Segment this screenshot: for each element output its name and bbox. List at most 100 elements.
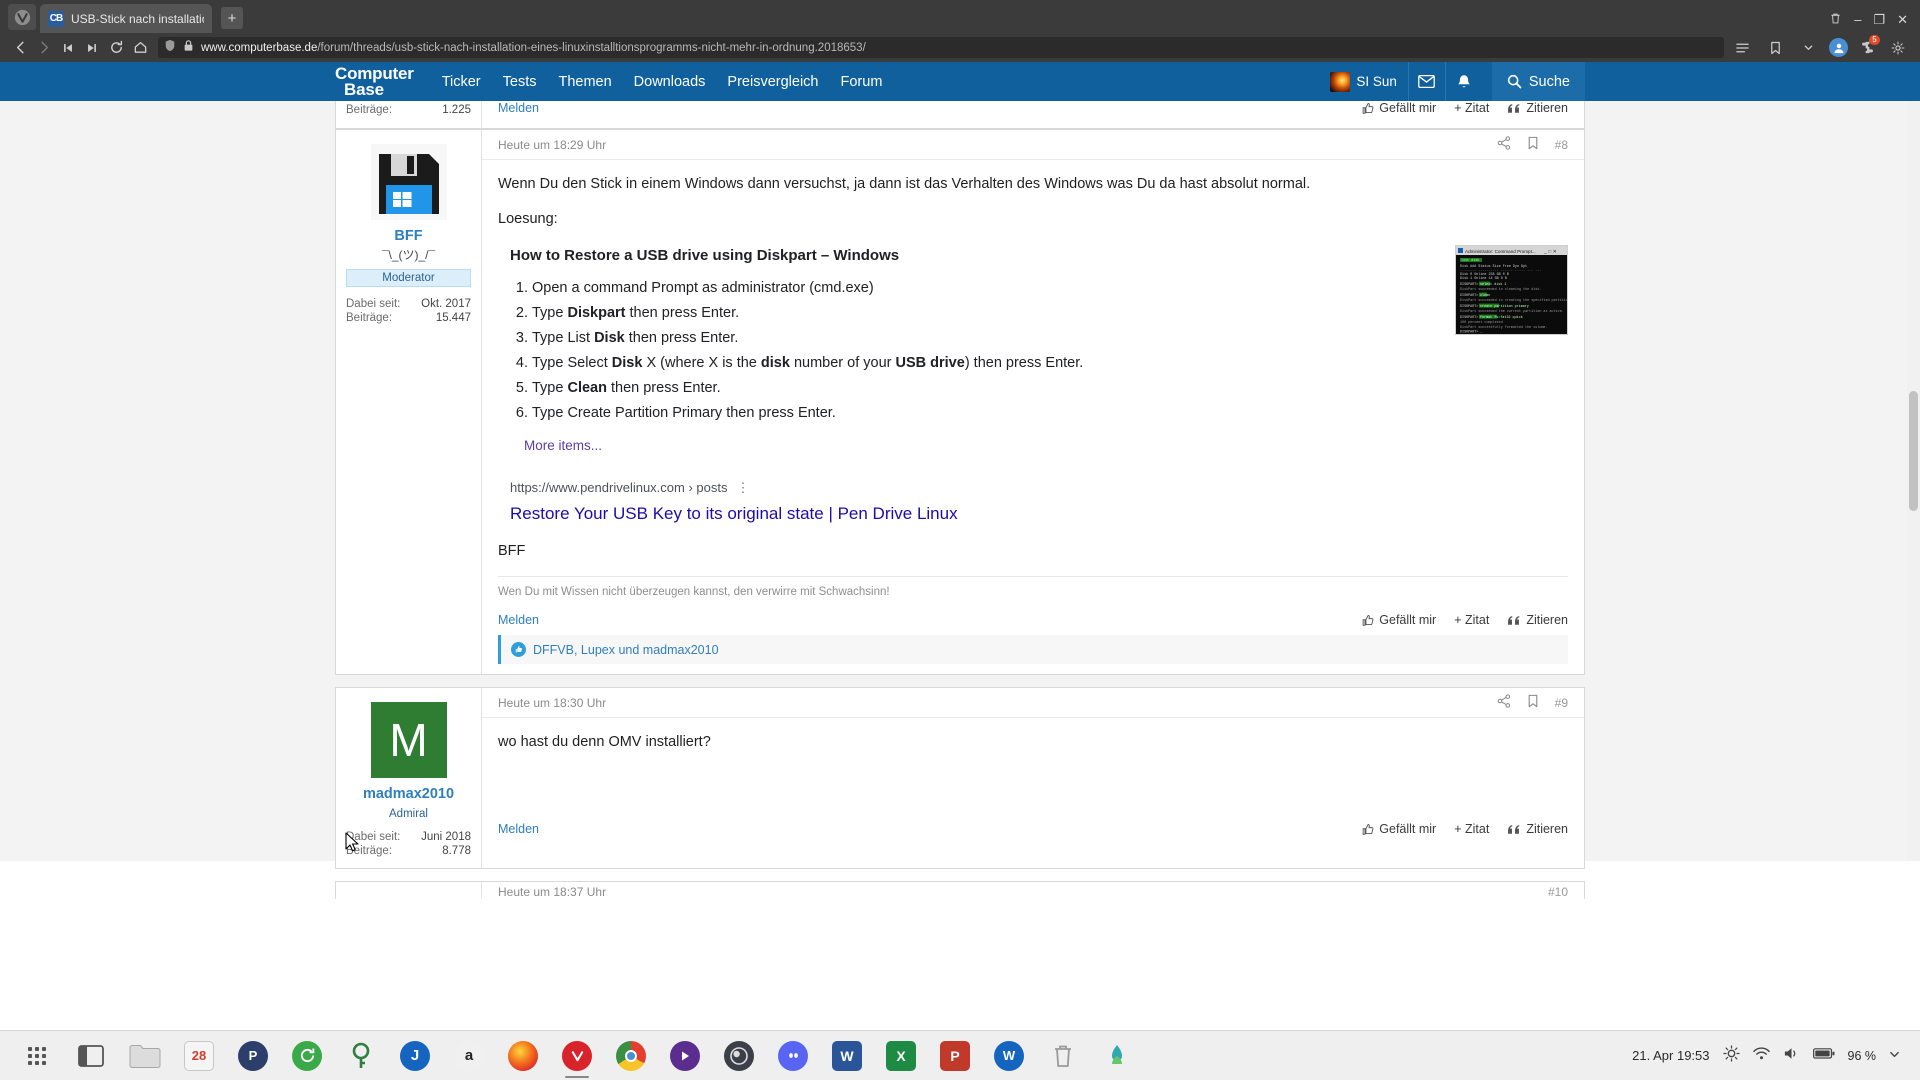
taskbar-calendar[interactable]: 28: [172, 1031, 226, 1080]
taskbar-vivaldi[interactable]: [550, 1031, 604, 1080]
taskbar-photo-editor[interactable]: P: [226, 1031, 280, 1080]
taskbar-software-center[interactable]: [1090, 1031, 1144, 1080]
nav-item-tests[interactable]: Tests: [503, 74, 537, 90]
taskbar-wps-office[interactable]: W: [982, 1031, 1036, 1080]
taskbar-joplin[interactable]: J: [388, 1031, 442, 1080]
forward-icon[interactable]: [32, 36, 56, 60]
active-window-indicator: [565, 1076, 589, 1078]
taskbar-calc[interactable]: X: [874, 1031, 928, 1080]
taskbar-app-grid[interactable]: [10, 1031, 64, 1080]
post-8-timestamp[interactable]: Heute um 18:29 Uhr: [498, 138, 606, 152]
post-8-number[interactable]: #8: [1555, 138, 1568, 152]
taskbar-obs-studio[interactable]: [712, 1031, 766, 1080]
network-icon[interactable]: [1753, 1046, 1770, 1066]
snippet-result-link[interactable]: Restore Your USB Key to its original sta…: [510, 501, 1439, 526]
bookmark-post-icon[interactable]: [1527, 694, 1539, 711]
trash-icon[interactable]: [1829, 12, 1842, 27]
like-label: Gefällt mir: [1379, 101, 1436, 115]
post-9-quote-button[interactable]: Zitieren: [1507, 822, 1568, 836]
home-icon[interactable]: [128, 36, 152, 60]
bookmark-icon[interactable]: [1763, 36, 1787, 60]
taskbar-window-switcher[interactable]: [64, 1031, 118, 1080]
browser-tab[interactable]: CB USB-Stick nach installation: [40, 4, 212, 33]
power-menu-icon[interactable]: [1889, 1047, 1900, 1065]
back-icon[interactable]: [8, 36, 32, 60]
taskbar-discord[interactable]: [766, 1031, 820, 1080]
vivaldi-settings-icon[interactable]: [1886, 36, 1910, 60]
address-bar[interactable]: www.computerbase.de/forum/threads/usb-st…: [158, 37, 1724, 58]
post-9-report-link[interactable]: Melden: [498, 822, 539, 836]
chevron-down-icon[interactable]: [1796, 36, 1820, 60]
taskbar-impress[interactable]: P: [928, 1031, 982, 1080]
maximize-button[interactable]: ❐: [1873, 13, 1885, 26]
nav-item-themen[interactable]: Themen: [558, 74, 611, 90]
minimize-button[interactable]: –: [1854, 13, 1861, 26]
page-actions-icon[interactable]: [1730, 36, 1754, 60]
inbox-button[interactable]: [1408, 62, 1445, 101]
post-9-author-name[interactable]: madmax2010: [346, 786, 471, 802]
taskbar-media-player[interactable]: [658, 1031, 712, 1080]
page-scrollbar-thumb[interactable]: [1909, 391, 1918, 511]
vivaldi-menu-button[interactable]: [8, 4, 36, 30]
post-8-quote-button[interactable]: Zitieren: [1507, 613, 1568, 627]
alerts-button[interactable]: [1445, 62, 1482, 101]
post-9-number[interactable]: #9: [1555, 696, 1568, 710]
fastforward-icon[interactable]: [80, 36, 104, 60]
nav-item-preisvergleich[interactable]: Preisvergleich: [727, 74, 818, 90]
shield-icon[interactable]: [164, 39, 176, 57]
taskbar-keepass[interactable]: [334, 1031, 388, 1080]
taskbar-writer[interactable]: W: [820, 1031, 874, 1080]
post-8-add-quote-button[interactable]: + Zitat: [1454, 613, 1489, 627]
nav-item-ticker[interactable]: Ticker: [442, 74, 481, 90]
lock-icon[interactable]: [183, 39, 194, 57]
quote-button[interactable]: Zitieren: [1507, 101, 1568, 115]
rewind-icon[interactable]: [56, 36, 80, 60]
avatar[interactable]: M: [371, 702, 447, 778]
page-scrollbar[interactable]: [1907, 101, 1920, 861]
post-9-quote-label: Zitieren: [1526, 822, 1568, 836]
volume-icon[interactable]: [1783, 1046, 1800, 1066]
taskbar-amazon[interactable]: a: [442, 1031, 496, 1080]
avatar[interactable]: [371, 144, 447, 220]
nav-item-forum[interactable]: Forum: [841, 74, 883, 90]
post-8-like-button[interactable]: Gefällt mir: [1361, 613, 1436, 627]
taskbar-sync[interactable]: [280, 1031, 334, 1080]
like-button[interactable]: Gefällt mir: [1361, 101, 1436, 115]
post-8-author-name[interactable]: BFF: [346, 228, 471, 244]
post-8-quote-label: Zitieren: [1526, 613, 1568, 627]
nav-item-downloads[interactable]: Downloads: [634, 74, 706, 90]
extension-icon[interactable]: 5: [1857, 38, 1877, 58]
clock[interactable]: 21. Apr 19:53: [1632, 1048, 1709, 1063]
taskbar-trash[interactable]: [1036, 1031, 1090, 1080]
share-icon[interactable]: [1497, 694, 1511, 711]
taskbar-firefox[interactable]: [496, 1031, 550, 1080]
post-9-like-button[interactable]: Gefällt mir: [1361, 822, 1436, 836]
site-logo[interactable]: Computer Base: [335, 66, 414, 97]
taskbar-files[interactable]: [118, 1031, 172, 1080]
search-button[interactable]: Suche: [1492, 62, 1585, 101]
report-link[interactable]: Melden: [498, 101, 539, 115]
battery-icon[interactable]: [1813, 1047, 1835, 1065]
profile-avatar[interactable]: [1829, 38, 1848, 57]
post-8-report-link[interactable]: Melden: [498, 613, 539, 627]
taskbar-chromium[interactable]: [604, 1031, 658, 1080]
bookmark-post-icon[interactable]: [1527, 136, 1539, 153]
media-player-icon: [670, 1041, 700, 1071]
add-quote-button[interactable]: + Zitat: [1454, 101, 1489, 115]
share-icon[interactable]: [1497, 136, 1511, 153]
user-menu[interactable]: SI Sun: [1319, 62, 1408, 101]
snippet-more-items-link[interactable]: More items...: [524, 436, 1439, 456]
post-8-reaction-users[interactable]: DFFVB, Lupex und madmax2010: [533, 643, 719, 657]
post-8-sidebar: BFF ¯\_(ツ)_/¯ Moderator Dabei seit: Okt.…: [336, 130, 482, 674]
brightness-icon[interactable]: [1723, 1045, 1740, 1067]
reload-icon[interactable]: [104, 36, 128, 60]
post-9-add-quote-button[interactable]: + Zitat: [1454, 822, 1489, 836]
svg-text:clean: clean: [1480, 293, 1490, 298]
new-tab-button[interactable]: +: [221, 7, 243, 29]
close-button[interactable]: ✕: [1897, 13, 1908, 26]
kebab-menu-icon[interactable]: ⋮: [736, 483, 750, 492]
tab-strip: CB USB-Stick nach installation + – ❐ ✕: [0, 0, 1920, 33]
svg-text:100 percent completed: 100 percent completed: [1460, 320, 1503, 325]
photo-editor-icon: P: [238, 1041, 268, 1071]
post-9-timestamp[interactable]: Heute um 18:30 Uhr: [498, 696, 606, 710]
